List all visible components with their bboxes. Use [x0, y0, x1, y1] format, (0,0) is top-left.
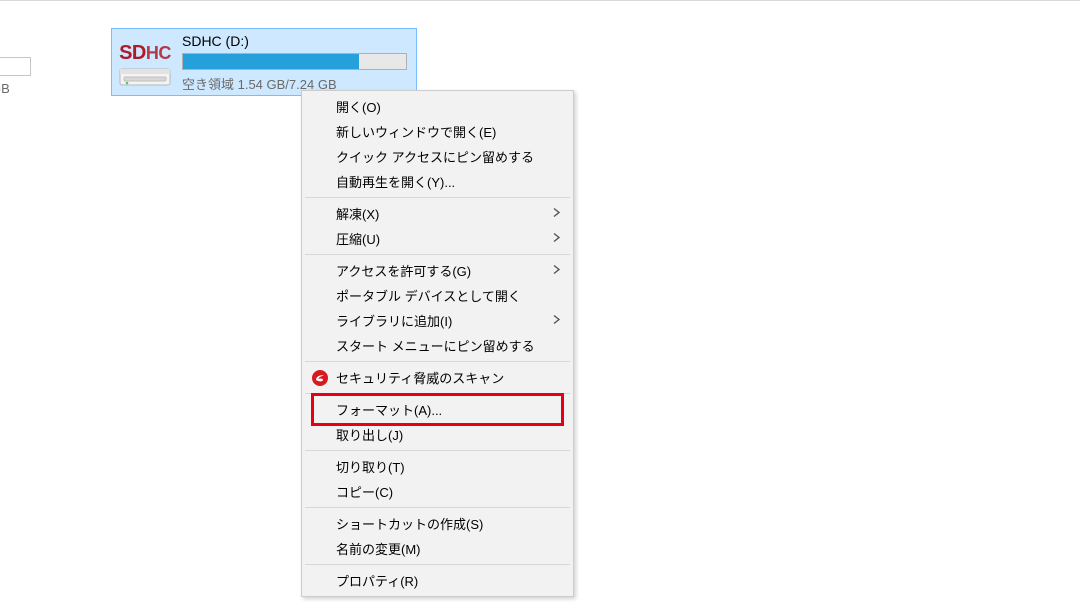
menu-item-label: 自動再生を開く(Y)... [336, 172, 455, 191]
menu-item-label: フォーマット(A)... [336, 400, 442, 419]
capacity-fill [183, 54, 359, 69]
menu-item-4[interactable]: 解凍(X) [304, 201, 571, 226]
sdhc-label-text: SDHC [119, 42, 171, 65]
menu-item-8[interactable]: ライブラリに追加(I) [304, 308, 571, 333]
drive-name: SDHC (D:) [182, 33, 408, 49]
menu-separator [305, 450, 570, 451]
menu-item-2[interactable]: クイック アクセスにピン留めする [304, 144, 571, 169]
chevron-right-icon [553, 207, 561, 220]
menu-item-label: ライブラリに追加(I) [336, 311, 452, 330]
menu-item-1[interactable]: 新しいウィンドウで開く(E) [304, 119, 571, 144]
menu-item-16[interactable]: 名前の変更(M) [304, 536, 571, 561]
menu-item-14[interactable]: コピー(C) [304, 479, 571, 504]
menu-item-11[interactable]: フォーマット(A)... [304, 397, 571, 422]
trend-micro-icon [311, 369, 329, 387]
context-menu: 開く(O) 新しいウィンドウで開く(E) クイック アクセスにピン留めする自動再生を… [301, 90, 574, 597]
menu-item-label: ショートカットの作成(S) [336, 514, 483, 533]
optical-drive-icon [119, 63, 171, 89]
drive-icon: SDHC [116, 31, 174, 89]
menu-separator [305, 564, 570, 565]
partial-capacity-bar [0, 57, 31, 76]
chevron-right-icon [553, 314, 561, 327]
menu-item-13[interactable]: 切り取り(T) [304, 454, 571, 479]
menu-item-label: セキュリティ脅威のスキャン [336, 368, 504, 387]
content-top-border [0, 0, 1080, 1]
menu-item-label: スタート メニューにピン留めする [336, 336, 535, 355]
menu-separator [305, 254, 570, 255]
menu-item-label: 名前の変更(M) [336, 539, 421, 558]
menu-item-label: アクセスを許可する(G) [336, 261, 471, 280]
menu-item-3[interactable]: 自動再生を開く(Y)... [304, 169, 571, 194]
menu-item-label: プロパティ(R) [336, 571, 418, 590]
capacity-bar [182, 53, 407, 70]
drive-info: SDHC (D:) 空き領域 1.54 GB/7.24 GB [182, 31, 408, 93]
menu-item-label: 圧縮(U) [336, 229, 380, 248]
menu-item-5[interactable]: 圧縮(U) [304, 226, 571, 251]
menu-item-9[interactable]: スタート メニューにピン留めする [304, 333, 571, 358]
menu-item-6[interactable]: アクセスを許可する(G) [304, 258, 571, 283]
menu-separator [305, 507, 570, 508]
menu-item-12[interactable]: 取り出し(J) [304, 422, 571, 447]
menu-item-label: コピー(C) [336, 482, 393, 501]
partial-free-label: GB [0, 81, 31, 96]
menu-item-label: 解凍(X) [336, 204, 379, 223]
menu-item-label: 開く(O) [336, 97, 381, 116]
menu-separator [305, 197, 570, 198]
menu-item-label: クイック アクセスにピン留めする [336, 147, 534, 166]
menu-item-17[interactable]: プロパティ(R) [304, 568, 571, 593]
menu-item-0[interactable]: 開く(O) [304, 94, 571, 119]
menu-item-10[interactable]: セキュリティ脅威のスキャン [304, 365, 571, 390]
chevron-right-icon [553, 264, 561, 277]
drive-tile-sdhc[interactable]: SDHC SDHC (D:) 空き領域 1.54 GB/7.24 GB [111, 28, 417, 96]
menu-item-7[interactable]: ポータブル デバイスとして開く [304, 283, 571, 308]
menu-item-label: ポータブル デバイスとして開く [336, 286, 521, 305]
menu-item-15[interactable]: ショートカットの作成(S) [304, 511, 571, 536]
menu-item-label: 切り取り(T) [336, 457, 405, 476]
partial-drive-tile[interactable]: GB [0, 30, 32, 102]
menu-separator [305, 361, 570, 362]
menu-item-label: 取り出し(J) [336, 425, 403, 444]
menu-separator [305, 393, 570, 394]
menu-item-label: 新しいウィンドウで開く(E) [336, 122, 496, 141]
chevron-right-icon [553, 232, 561, 245]
